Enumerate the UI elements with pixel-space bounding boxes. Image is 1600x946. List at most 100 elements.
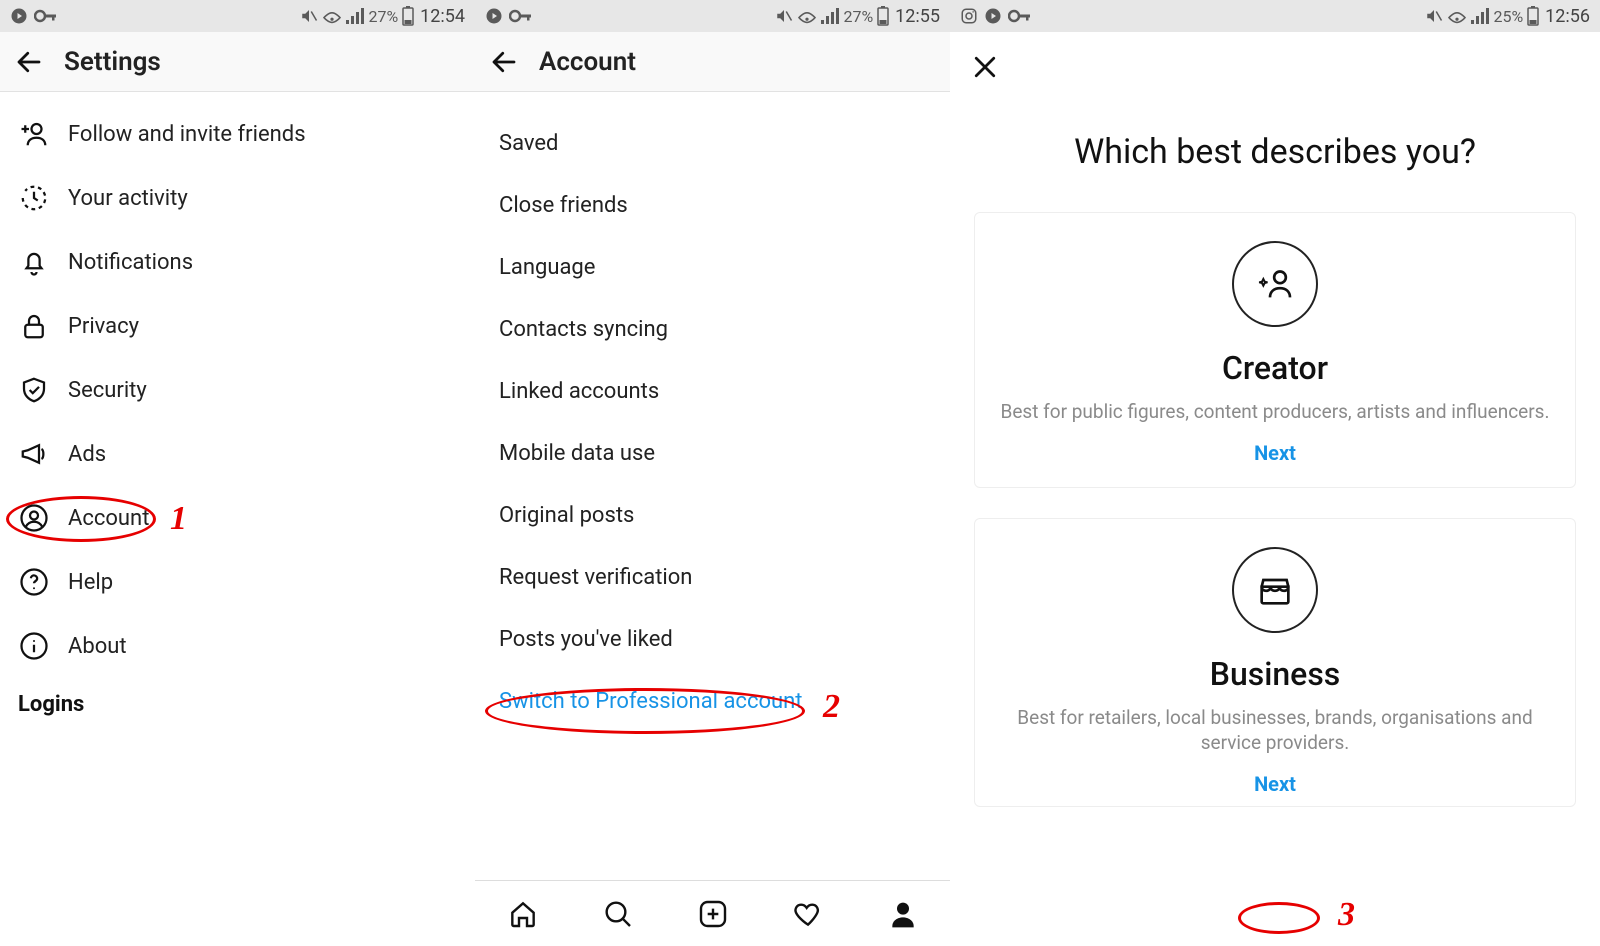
- item-label: Privacy: [68, 314, 139, 339]
- account-item-linked-accounts[interactable]: Linked accounts: [475, 360, 950, 422]
- item-label: Security: [68, 378, 147, 403]
- item-label: Saved: [499, 131, 558, 156]
- nav-new-post-icon[interactable]: [697, 898, 729, 930]
- add-friend-icon: [18, 119, 50, 149]
- item-label: Original posts: [499, 503, 634, 528]
- item-label: Follow and invite friends: [68, 122, 306, 147]
- item-label: Close friends: [499, 193, 628, 218]
- item-label: Your activity: [68, 186, 188, 211]
- close-area: [950, 32, 1600, 102]
- activity-clock-icon: [18, 183, 50, 213]
- creator-desc: Best for public figures, content produce…: [995, 399, 1555, 425]
- clock-time: 12:55: [895, 6, 940, 27]
- info-circle-icon: [18, 631, 50, 661]
- settings-list: Follow and invite friends Your activity …: [0, 92, 475, 717]
- account-item-mobile-data-use[interactable]: Mobile data use: [475, 422, 950, 484]
- business-desc: Best for retailers, local businesses, br…: [995, 705, 1555, 756]
- account-switch-professional[interactable]: Switch to Professional account: [475, 670, 950, 732]
- item-label: Mobile data use: [499, 441, 655, 466]
- item-label: Linked accounts: [499, 379, 659, 404]
- clock-time: 12:56: [1545, 6, 1590, 27]
- bell-icon: [18, 247, 50, 277]
- settings-item-help[interactable]: Help: [0, 550, 475, 614]
- account-list: Saved Close friends Language Contacts sy…: [475, 92, 950, 732]
- item-label: Ads: [68, 442, 106, 467]
- settings-item-about[interactable]: About: [0, 614, 475, 678]
- item-label: Account: [68, 506, 149, 531]
- business-title: Business: [995, 655, 1555, 693]
- item-label: Request verification: [499, 565, 692, 590]
- settings-item-notifications[interactable]: Notifications: [0, 230, 475, 294]
- creator-icon: [1232, 241, 1318, 327]
- nav-search-icon[interactable]: [602, 898, 634, 930]
- back-arrow-icon[interactable]: [14, 47, 44, 77]
- settings-item-security[interactable]: Security: [0, 358, 475, 422]
- item-label: About: [68, 634, 127, 659]
- play-circle-icon: [10, 7, 28, 25]
- settings-item-follow-invite[interactable]: Follow and invite friends: [0, 102, 475, 166]
- key-icon: [34, 9, 58, 23]
- item-label: Contacts syncing: [499, 317, 668, 342]
- app-bar: Account: [475, 32, 950, 92]
- business-next-button[interactable]: Next: [995, 772, 1555, 796]
- item-label: Notifications: [68, 250, 193, 275]
- account-item-request-verification[interactable]: Request verification: [475, 546, 950, 608]
- app-bar: Settings: [0, 32, 475, 92]
- bottom-nav: [475, 880, 950, 946]
- key-icon: [509, 9, 533, 23]
- screenshot-describe: 25% 12:56 Which best describes you? Crea…: [950, 0, 1600, 946]
- creator-next-button[interactable]: Next: [995, 441, 1555, 465]
- business-icon: [1232, 547, 1318, 633]
- creator-card[interactable]: Creator Best for public figures, content…: [974, 212, 1576, 488]
- screenshot-account: 27% 12:55 Account Saved Close friends La…: [475, 0, 950, 946]
- key-icon: [1008, 9, 1032, 23]
- wifi-icon: [1447, 8, 1467, 24]
- account-item-original-posts[interactable]: Original posts: [475, 484, 950, 546]
- nav-home-icon[interactable]: [507, 898, 539, 930]
- battery-percent: 27%: [368, 7, 398, 26]
- help-circle-icon: [18, 567, 50, 597]
- settings-item-privacy[interactable]: Privacy: [0, 294, 475, 358]
- page-title: Account: [539, 47, 636, 77]
- account-item-close-friends[interactable]: Close friends: [475, 174, 950, 236]
- logins-section-header: Logins: [0, 678, 475, 717]
- play-circle-icon: [485, 7, 503, 25]
- annotation-number-3: 3: [1338, 896, 1355, 934]
- account-item-posts-liked[interactable]: Posts you've liked: [475, 608, 950, 670]
- settings-item-ads[interactable]: Ads: [0, 422, 475, 486]
- signal-icon: [821, 8, 839, 24]
- signal-icon: [346, 8, 364, 24]
- mute-icon: [300, 7, 318, 25]
- battery-percent: 25%: [1493, 7, 1523, 26]
- item-label: Language: [499, 255, 595, 280]
- user-circle-icon: [18, 503, 50, 533]
- battery-icon: [877, 6, 889, 26]
- account-item-language[interactable]: Language: [475, 236, 950, 298]
- settings-item-your-activity[interactable]: Your activity: [0, 166, 475, 230]
- settings-item-account[interactable]: Account: [0, 486, 475, 550]
- account-item-saved[interactable]: Saved: [475, 112, 950, 174]
- close-icon[interactable]: [970, 52, 1000, 82]
- nav-profile-icon[interactable]: [887, 898, 919, 930]
- annotation-ellipse-3: [1238, 902, 1320, 934]
- mute-icon: [775, 7, 793, 25]
- battery-icon: [402, 6, 414, 26]
- play-circle-icon: [984, 7, 1002, 25]
- screenshot-settings: 27% 12:54 Settings Follow and invite fri…: [0, 0, 475, 946]
- creator-title: Creator: [995, 349, 1555, 387]
- nav-activity-icon[interactable]: [792, 898, 824, 930]
- status-bar: 27% 12:55: [475, 0, 950, 32]
- lock-icon: [18, 311, 50, 341]
- shield-icon: [18, 375, 50, 405]
- business-card[interactable]: Business Best for retailers, local busin…: [974, 518, 1576, 807]
- describe-heading: Which best describes you?: [950, 102, 1600, 212]
- status-bar: 27% 12:54: [0, 0, 475, 32]
- back-arrow-icon[interactable]: [489, 47, 519, 77]
- account-item-contacts-syncing[interactable]: Contacts syncing: [475, 298, 950, 360]
- wifi-icon: [797, 8, 817, 24]
- item-label: Posts you've liked: [499, 627, 673, 652]
- megaphone-icon: [18, 439, 50, 469]
- item-label: Help: [68, 570, 113, 595]
- page-title: Settings: [64, 47, 161, 77]
- mute-icon: [1425, 7, 1443, 25]
